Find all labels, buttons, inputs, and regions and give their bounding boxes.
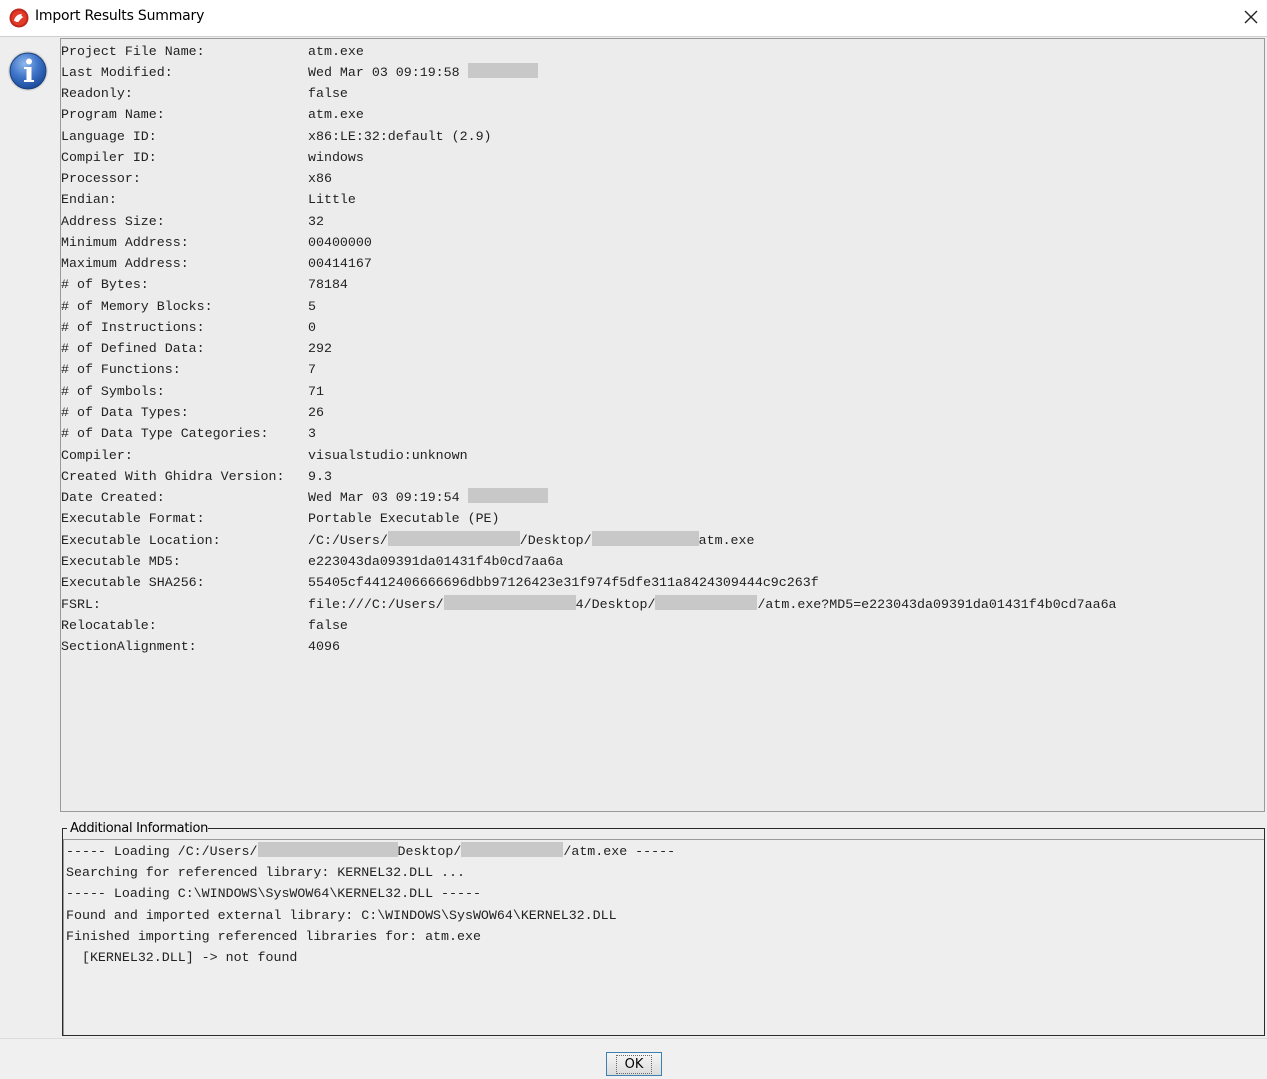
redaction-box	[467, 488, 548, 503]
redaction-box	[443, 595, 576, 610]
ok-button[interactable]: OK	[606, 1052, 662, 1076]
redaction-box	[257, 842, 398, 857]
group-border-top	[62, 828, 67, 829]
log-line: ----- Loading /C:/Users/Desktop//atm.exe…	[66, 842, 676, 859]
additional-info-title: Additional Information	[70, 821, 209, 836]
group-border-top	[205, 828, 1265, 829]
ghidra-dragon-icon	[9, 8, 29, 28]
log-line: Finished importing referenced libraries …	[66, 929, 481, 944]
close-icon	[1244, 10, 1258, 24]
log-line: [KERNEL32.DLL] -> not found	[66, 950, 298, 965]
information-icon	[8, 51, 48, 91]
log-line: Searching for referenced library: KERNEL…	[66, 865, 465, 880]
redaction-box	[467, 63, 538, 78]
close-button[interactable]	[1236, 2, 1266, 32]
title-divider	[0, 36, 1267, 37]
redaction-box	[655, 595, 758, 610]
log-line: ----- Loading C:\WINDOWS\SysWOW64\KERNEL…	[66, 886, 481, 901]
redaction-box	[387, 531, 520, 546]
window-title: Import Results Summary	[35, 8, 205, 24]
summary-text-area[interactable]: Project File Name: atm.exe Last Modified:…	[60, 38, 1265, 812]
redaction-box	[461, 842, 564, 857]
title-bar: Import Results Summary	[0, 0, 1267, 36]
log-line: Found and imported external library: C:\…	[66, 908, 617, 923]
redaction-box	[591, 531, 699, 546]
